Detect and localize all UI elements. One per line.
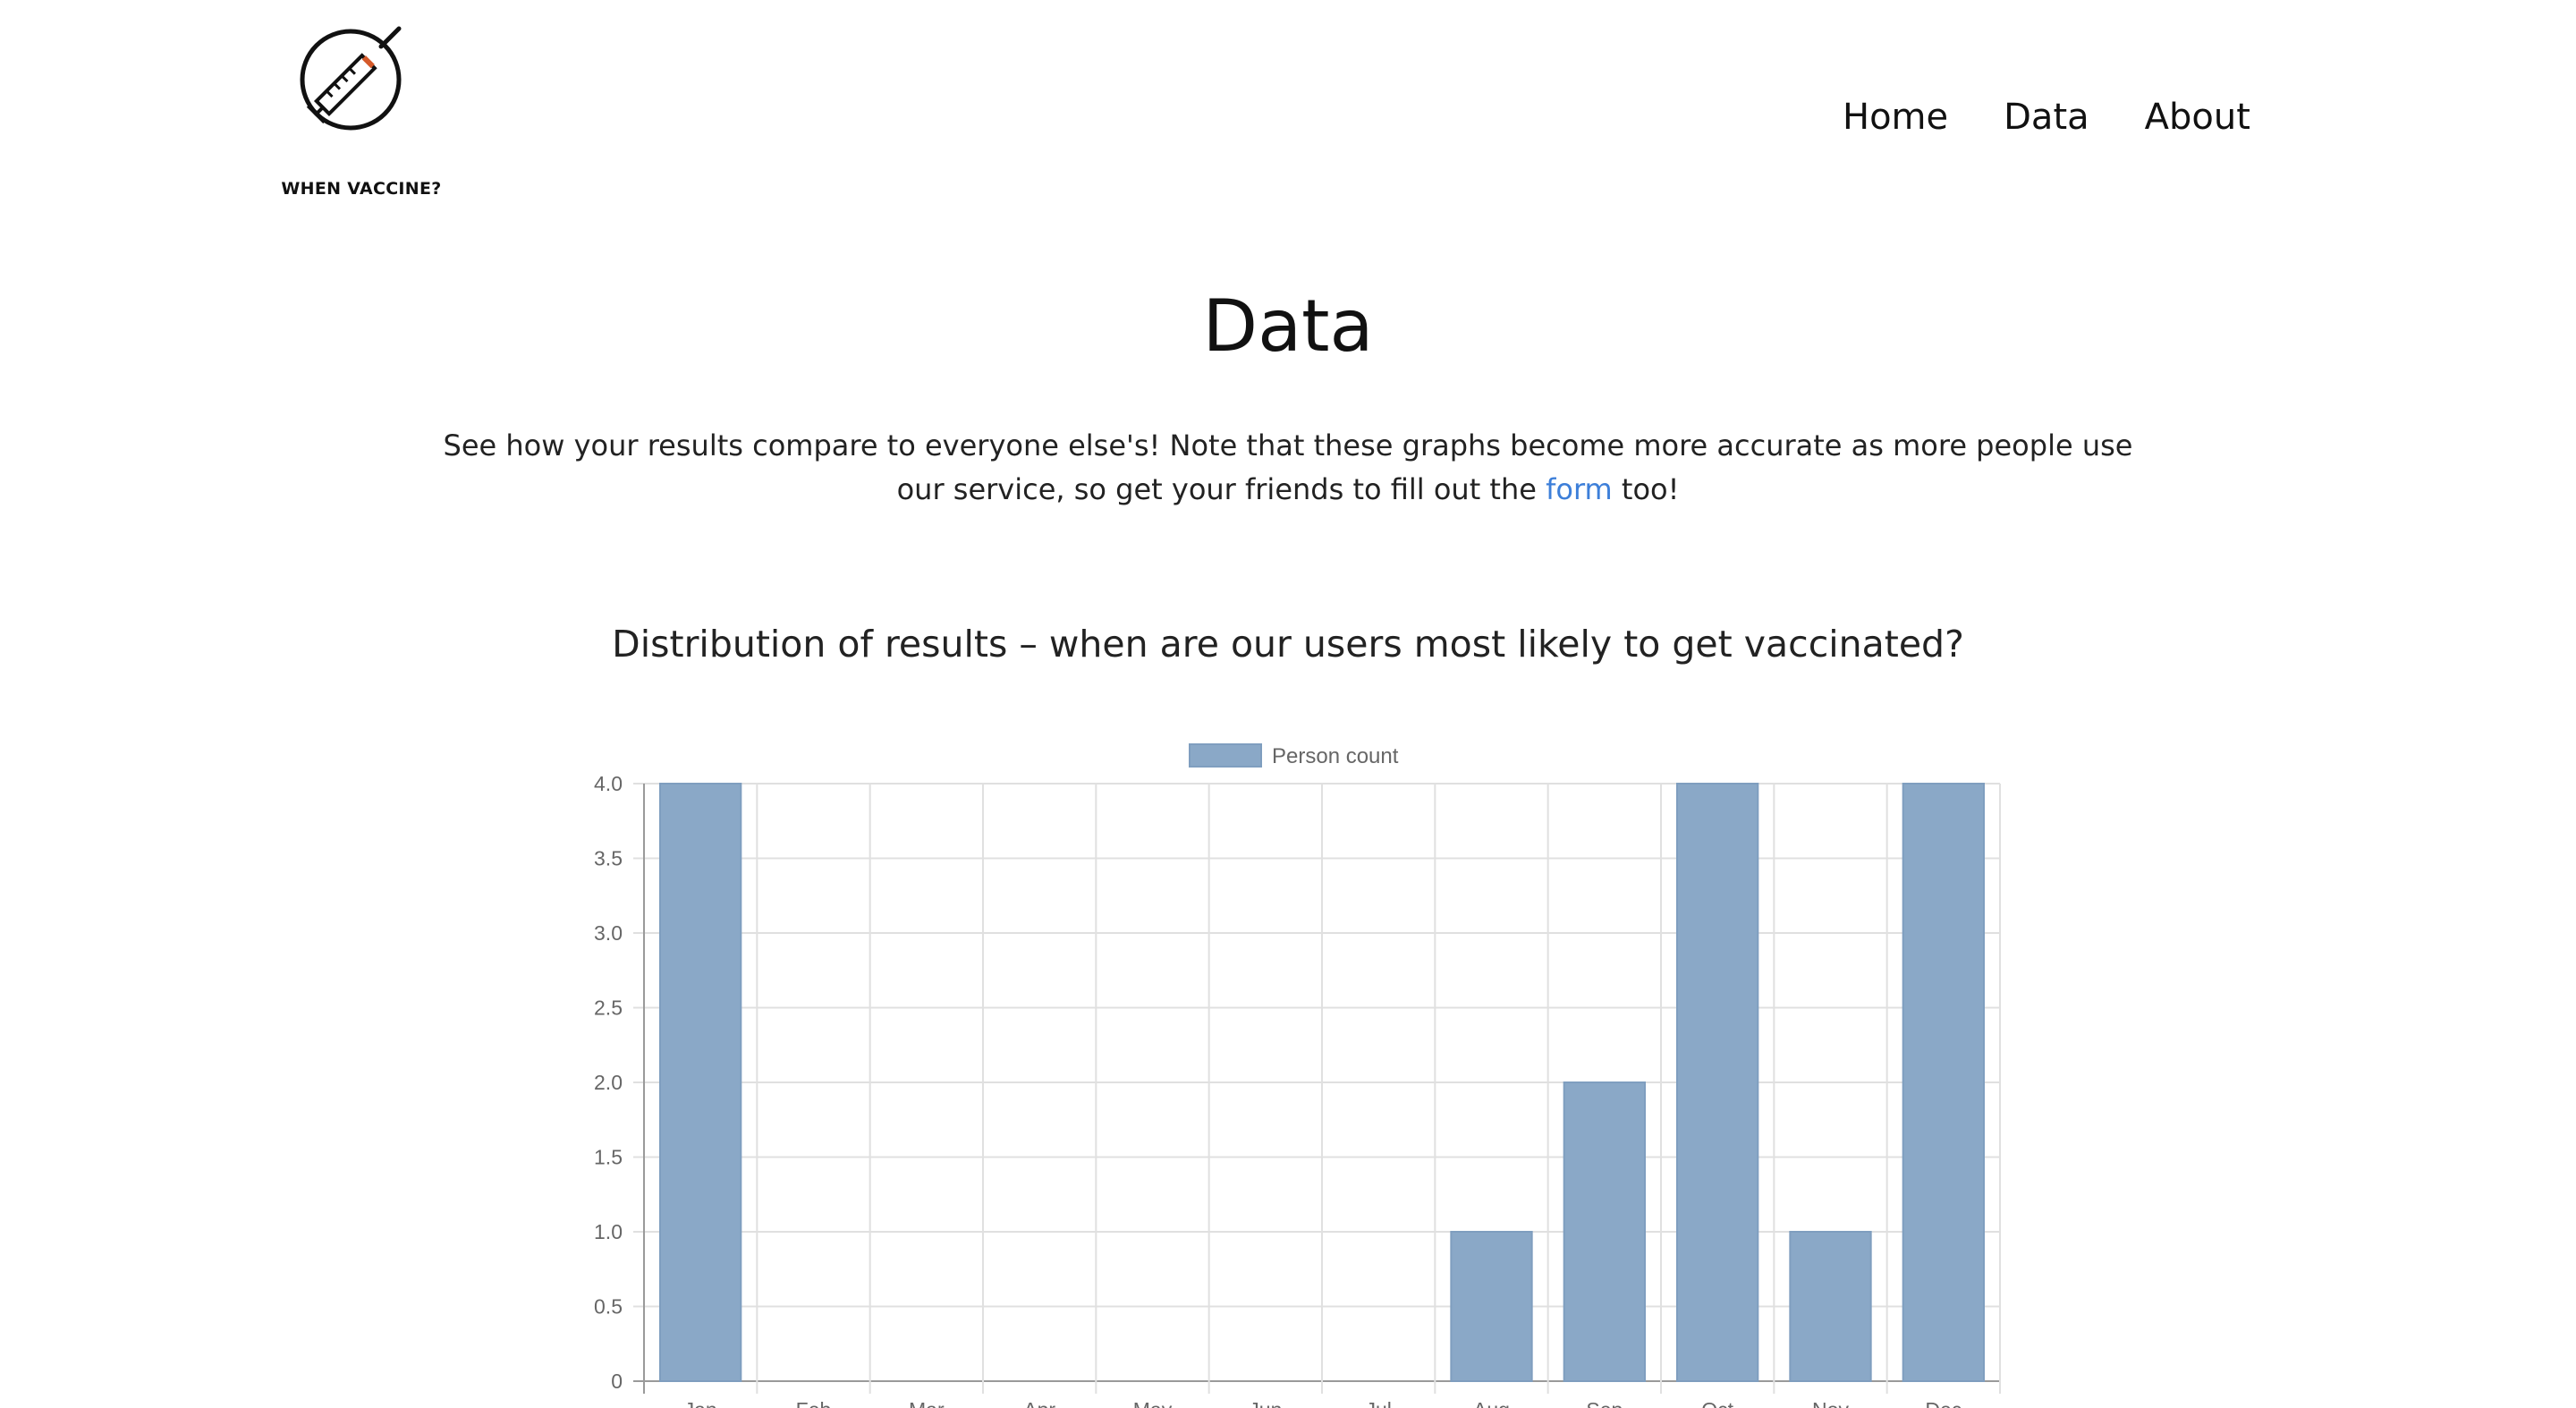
- bar: [1450, 1231, 1533, 1382]
- x-tick-label: Oct: [1701, 1398, 1733, 1408]
- x-tick-label: May: [1133, 1398, 1173, 1408]
- y-tick-label: 0: [611, 1370, 623, 1393]
- y-tick-label: 2.0: [594, 1071, 623, 1094]
- legend-swatch: [1189, 743, 1262, 768]
- x-tick-label: Apr: [1023, 1398, 1055, 1408]
- y-tick-label: 4.0: [594, 772, 623, 795]
- x-tick-label: Aug: [1473, 1398, 1510, 1408]
- y-tick-label: 3.0: [594, 921, 623, 945]
- x-tick-label: Jul: [1365, 1398, 1391, 1408]
- x-tick-label: Feb: [796, 1398, 832, 1408]
- bar: [1789, 1231, 1872, 1382]
- bar: [1563, 1081, 1646, 1382]
- x-tick-label: Nov: [1812, 1398, 1849, 1408]
- bar: [1902, 783, 1986, 1382]
- y-tick-label: 2.5: [594, 997, 623, 1020]
- y-tick-label: 1.5: [594, 1146, 623, 1169]
- legend-label: Person count: [1272, 744, 1399, 768]
- x-tick-label: Jan: [684, 1398, 717, 1408]
- x-tick-label: Jun: [1249, 1398, 1282, 1408]
- bar: [659, 783, 742, 1382]
- bar-chart: 0 0.5 1.0 1.5 2.0 2.5 3.0 3.5 4.0 Jan Feb Mar Apr May…: [594, 743, 2001, 1408]
- x-tick-label: Dec: [1925, 1398, 1962, 1408]
- y-tick-label: 0.5: [594, 1295, 623, 1319]
- y-tick-label: 3.5: [594, 847, 623, 870]
- x-tick-label: Sep: [1586, 1398, 1623, 1408]
- y-tick-label: 1.0: [594, 1220, 623, 1243]
- bar: [1676, 783, 1759, 1382]
- x-tick-label: Mar: [909, 1398, 945, 1408]
